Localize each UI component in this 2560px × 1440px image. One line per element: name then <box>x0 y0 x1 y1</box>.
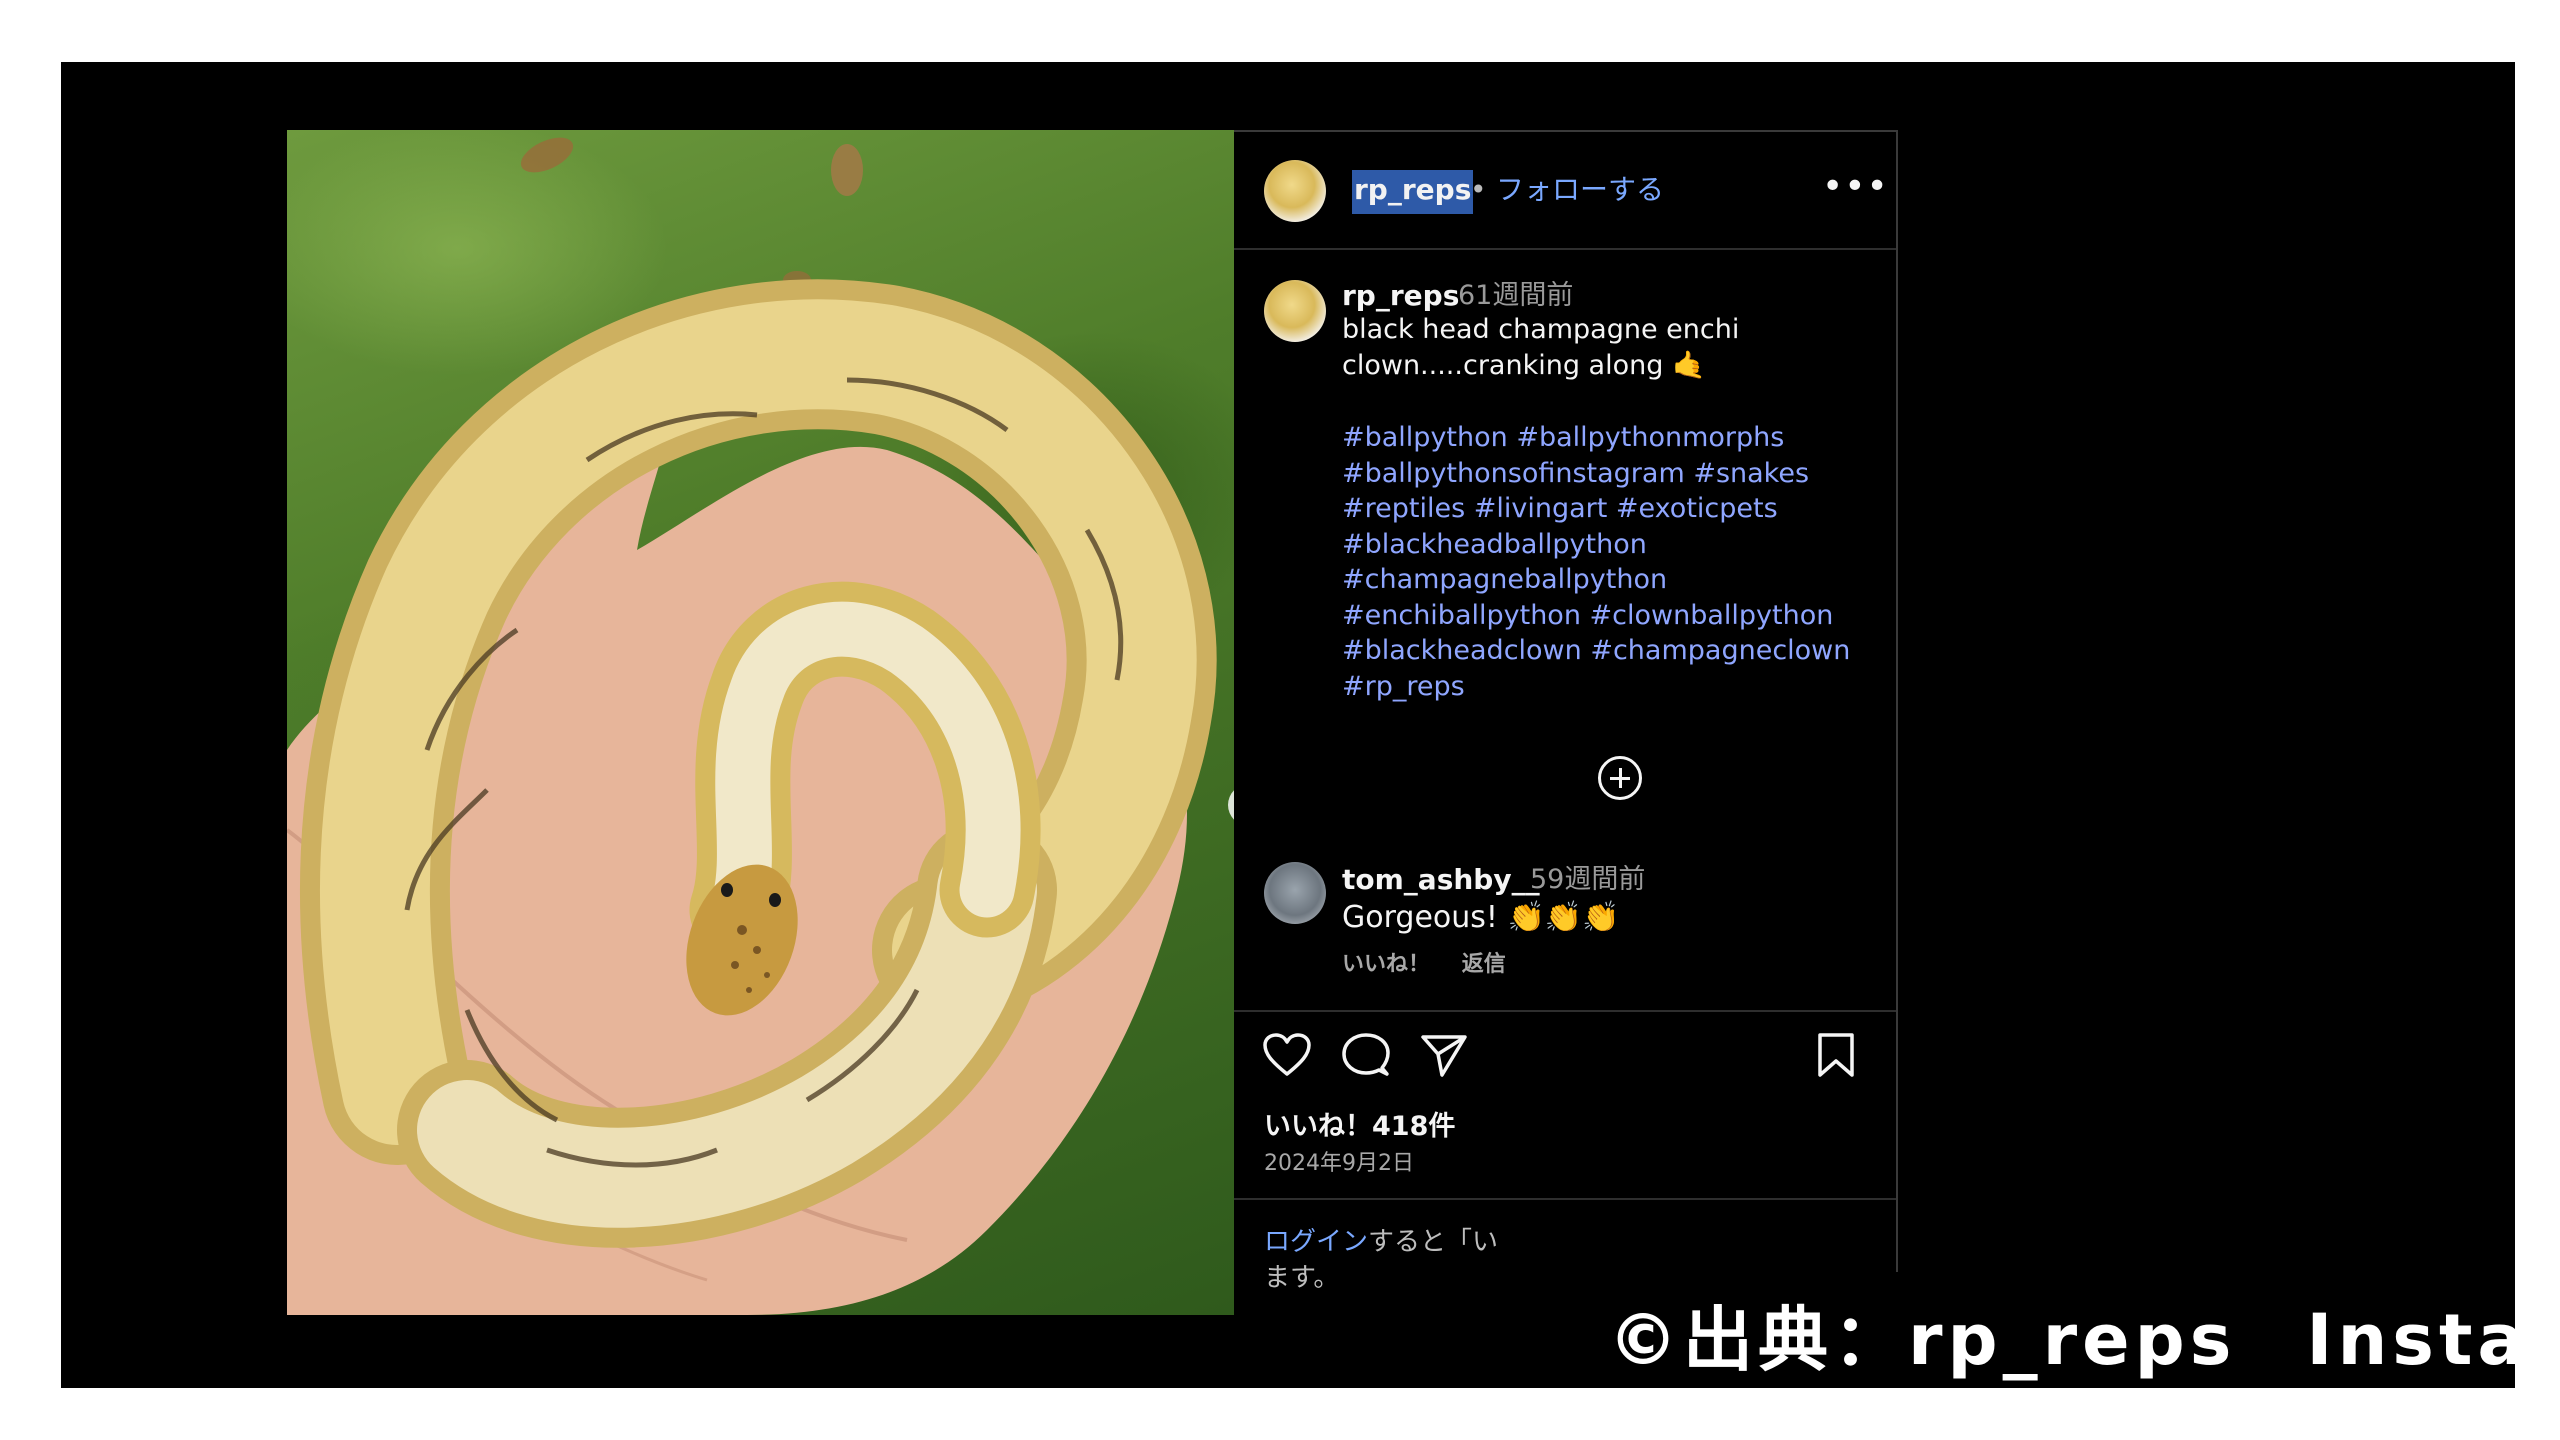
follow-button[interactable]: フォローする <box>1496 170 1664 210</box>
hashtag-list: #ballpython #ballpythonmorphs #ballpytho… <box>1342 420 1882 704</box>
comment-like-button[interactable]: いいね！ <box>1342 952 1430 977</box>
hashtag-line[interactable]: #rp_reps <box>1342 669 1882 705</box>
caption-text: black head champagne enchi clown.....cra… <box>1342 312 1862 384</box>
login-prompt-text: ます。 <box>1264 1263 1340 1293</box>
comment-icon[interactable] <box>1342 1032 1390 1078</box>
like-count[interactable]: いいね！418件 <box>1264 1107 1455 1147</box>
login-link[interactable]: ログイン <box>1264 1227 1368 1257</box>
caption-line: black head champagne enchi <box>1342 314 1740 345</box>
hashtag-line[interactable]: #ballpython #ballpythonmorphs <box>1342 420 1882 456</box>
divider <box>1234 1198 1896 1200</box>
hashtag-line[interactable]: #champagneballpython <box>1342 562 1882 598</box>
credit-prefix: ©出典：rp_reps <box>1608 1299 2237 1381</box>
caption-line: clown.....cranking along 🤙 <box>1342 350 1706 381</box>
author-username-link[interactable]: rp_reps <box>1352 170 1474 214</box>
snake-in-hand-image <box>287 137 1217 1315</box>
caption-timestamp[interactable]: 61週間前 <box>1458 276 1573 316</box>
comment-text: Gorgeous! 👏👏👏 <box>1342 900 1620 935</box>
caption-avatar[interactable] <box>1264 280 1326 342</box>
separator-dot: • <box>1470 173 1487 206</box>
commenter-avatar[interactable] <box>1264 862 1326 924</box>
comment-reply-button[interactable]: 返信 <box>1462 952 1506 977</box>
screenshot-frame: › rp_reps • フォローする ••• rp_reps 61週間前 bla… <box>61 62 2515 1388</box>
divider <box>1234 248 1896 250</box>
login-prompt-text: すると「い <box>1368 1227 1499 1257</box>
credit-suffix: Instagram <box>2306 1299 2515 1381</box>
post-side-panel: rp_reps • フォローする ••• rp_reps 61週間前 black… <box>1234 130 1898 1315</box>
source-credit: ©出典：rp_reps Instagram <box>1608 1298 2515 1382</box>
post-date: 2024年9月2日 <box>1264 1151 1414 1176</box>
share-icon[interactable] <box>1420 1032 1468 1078</box>
heart-icon[interactable] <box>1262 1032 1312 1078</box>
hashtag-line[interactable]: #blackheadballpython <box>1342 527 1882 563</box>
hashtag-line[interactable]: #enchiballpython #clownballpython <box>1342 598 1882 634</box>
comment-actions: いいね！ 返信 <box>1342 948 1530 982</box>
bookmark-icon[interactable] <box>1816 1032 1856 1078</box>
divider <box>1234 1010 1896 1012</box>
comment-timestamp[interactable]: 59週間前 <box>1530 860 1645 900</box>
author-avatar[interactable] <box>1264 160 1326 222</box>
commenter-username[interactable]: tom_ashby__ <box>1342 860 1540 900</box>
post-photo[interactable] <box>287 130 1234 1315</box>
hashtag-line[interactable]: #reptiles #livingart #exoticpets <box>1342 491 1882 527</box>
caption-username[interactable]: rp_reps <box>1342 276 1459 316</box>
more-options-icon[interactable]: ••• <box>1822 162 1889 212</box>
hashtag-line[interactable]: #blackheadclown #champagneclown <box>1342 633 1882 669</box>
plus-circle-icon[interactable] <box>1598 756 1642 800</box>
hashtag-line[interactable]: #ballpythonsofinstagram #snakes <box>1342 456 1882 492</box>
